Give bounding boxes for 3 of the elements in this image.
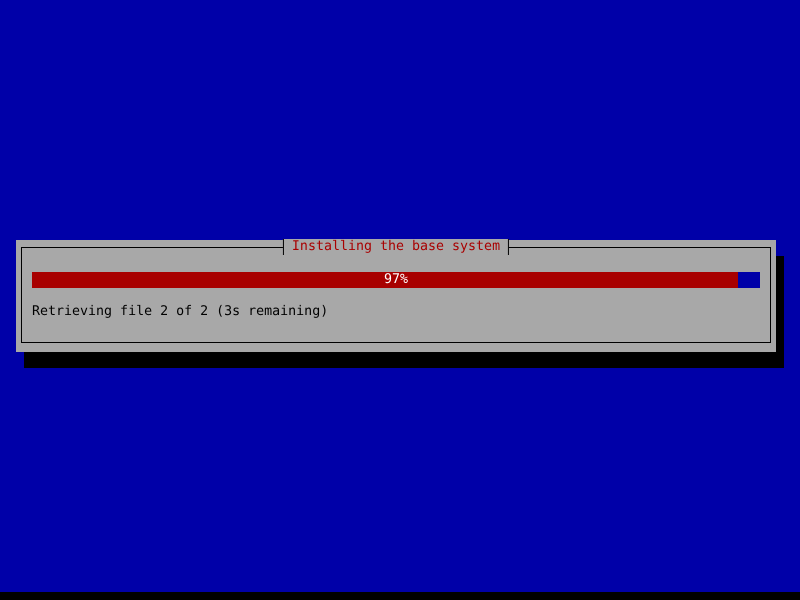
progress-percent: 97% <box>382 272 409 288</box>
status-text: Retrieving file 2 of 2 (3s remaining) <box>32 304 328 320</box>
dialog-title: Installing the base system <box>282 239 510 255</box>
